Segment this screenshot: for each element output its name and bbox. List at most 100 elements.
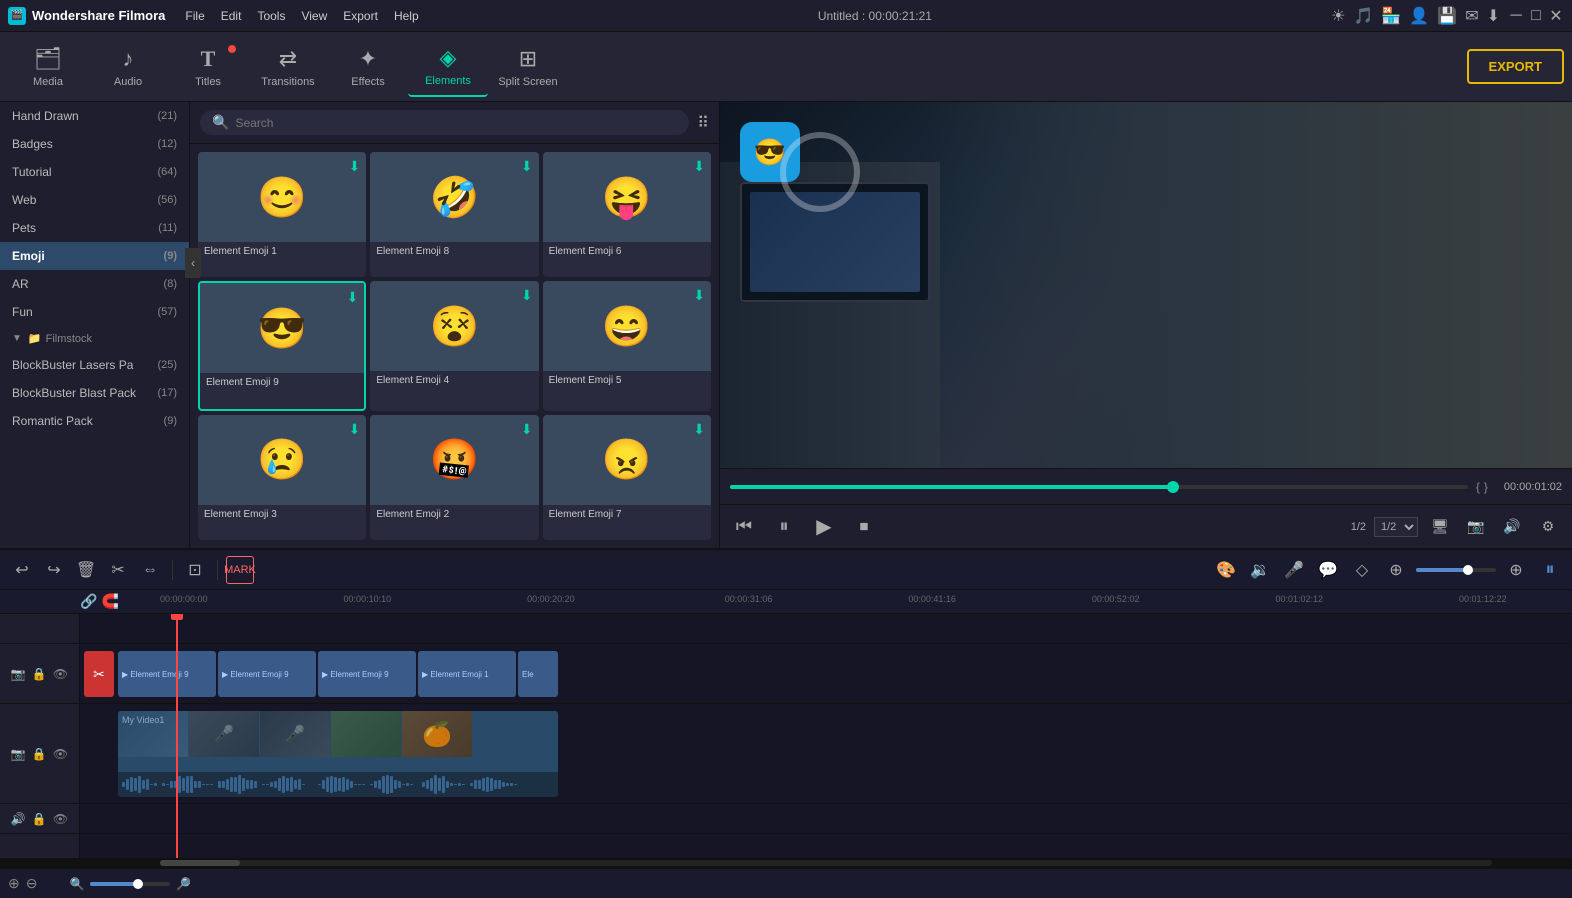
cut-button[interactable]: ✂ xyxy=(104,556,132,584)
redo-button[interactable]: ↪ xyxy=(40,556,68,584)
element-clip-5[interactable]: Ele xyxy=(518,651,558,697)
zoom-out-icon[interactable]: 🔎 xyxy=(176,877,191,891)
element-clip-1[interactable]: ▶ Element Emoji 9 xyxy=(118,651,216,697)
add-track-icon[interactable]: ⊕ xyxy=(8,875,20,892)
menu-export[interactable]: Export xyxy=(343,9,378,23)
menu-tools[interactable]: Tools xyxy=(257,9,285,23)
toolbar-transitions[interactable]: ⇄ Transitions xyxy=(248,37,328,97)
element-card-emoji9[interactable]: 😎 ⬇ Element Emoji 9 xyxy=(198,281,366,410)
toolbar-media[interactable]: 🗂 Media xyxy=(8,37,88,97)
pause-tl-button[interactable]: ⏸ xyxy=(1536,556,1564,584)
crop-button[interactable]: ⊡ xyxy=(181,556,209,584)
lock-track-icon[interactable]: 🔒 xyxy=(32,667,47,681)
split-button[interactable]: ⇔ xyxy=(136,556,164,584)
remove-track-icon[interactable]: ⊖ xyxy=(26,875,38,892)
export-button[interactable]: EXPORT xyxy=(1467,49,1564,84)
audio-duck-button[interactable]: 🔉 xyxy=(1246,556,1274,584)
menu-view[interactable]: View xyxy=(301,9,327,23)
resolution-select[interactable]: 1/2Full1/4 xyxy=(1374,517,1418,537)
volume-button[interactable]: 🔊 xyxy=(1498,513,1526,541)
toolbar-elements[interactable]: ◈ Elements xyxy=(408,37,488,97)
timeline-scroll-thumb[interactable] xyxy=(160,860,240,866)
toolbar-effects[interactable]: ✦ Effects xyxy=(328,37,408,97)
save-icon[interactable]: 💾 xyxy=(1437,6,1457,26)
left-panel-fun[interactable]: Fun (57) xyxy=(0,298,189,326)
minimize-button[interactable]: ─ xyxy=(1508,8,1524,24)
close-button[interactable]: ✕ xyxy=(1548,8,1564,24)
track-row-elements: ✂ ▶ Element Emoji 9 ▶ Element Emoji 9 ▶ … xyxy=(80,644,1572,704)
keyframe-button[interactable]: ◇ xyxy=(1348,556,1376,584)
element-clip-3[interactable]: ▶ Element Emoji 9 xyxy=(318,651,416,697)
menu-file[interactable]: File xyxy=(185,9,204,23)
download-icon[interactable]: ⬇ xyxy=(1487,6,1500,26)
audio-eye-icon[interactable]: 👁 xyxy=(53,812,68,826)
search-input-container[interactable]: 🔍 xyxy=(200,110,689,135)
audio-lock-icon[interactable]: 🔒 xyxy=(32,812,47,826)
left-panel-handdrawn[interactable]: Hand Drawn (21) xyxy=(0,102,189,130)
user-icon[interactable]: 👤 xyxy=(1409,6,1429,26)
zoom-track[interactable] xyxy=(90,882,170,886)
step-back-button[interactable]: ⏸ xyxy=(770,513,798,541)
captions-button[interactable]: 💬 xyxy=(1314,556,1342,584)
left-panel-pets[interactable]: Pets (11) xyxy=(0,214,189,242)
playhead[interactable] xyxy=(176,614,178,858)
link-tracks-icon[interactable]: 🔗 xyxy=(80,593,97,610)
video-clip[interactable]: My Video1 🎤 🎤 🍊 xyxy=(118,711,558,797)
element-card-emoji6[interactable]: 😝 ⬇ Element Emoji 6 xyxy=(543,152,711,277)
element-card-emoji5[interactable]: 😄 ⬇ Element Emoji 5 xyxy=(543,281,711,410)
expand-button[interactable]: ⊕ xyxy=(1502,556,1530,584)
rewind-button[interactable]: ⏮ xyxy=(730,513,758,541)
element-card-emoji3[interactable]: 😢 ⬇ Element Emoji 3 xyxy=(198,415,366,540)
zoom-in-icon[interactable]: 🔍 xyxy=(69,877,84,891)
mark-button[interactable]: MARK xyxy=(226,556,254,584)
magnet-icon[interactable]: 🧲 xyxy=(101,593,118,610)
playback-speed-slider[interactable] xyxy=(1416,568,1496,572)
element-card-emoji7[interactable]: 😠 ⬇ Element Emoji 7 xyxy=(543,415,711,540)
panel-collapse-button[interactable]: ‹ xyxy=(185,248,201,278)
progress-bar[interactable] xyxy=(730,485,1468,489)
menu-help[interactable]: Help xyxy=(394,9,419,23)
toolbar-audio[interactable]: ♪ Audio xyxy=(88,37,168,97)
music-icon[interactable]: 🎵 xyxy=(1354,6,1374,26)
speech-button[interactable]: 🎤 xyxy=(1280,556,1308,584)
undo-button[interactable]: ↩ xyxy=(8,556,36,584)
eye-track-icon[interactable]: 👁 xyxy=(53,667,68,681)
video-lock-icon[interactable]: 🔒 xyxy=(32,747,47,761)
left-panel-web[interactable]: Web (56) xyxy=(0,186,189,214)
delete-button[interactable]: 🗑 xyxy=(72,556,100,584)
left-panel-badges[interactable]: Badges (12) xyxy=(0,130,189,158)
filmstock-section[interactable]: ▼ 📁 Filmstock xyxy=(0,326,189,351)
left-panel-emoji[interactable]: Emoji (9) xyxy=(0,242,189,270)
settings-button[interactable]: ⚙ xyxy=(1534,513,1562,541)
left-panel-tutorial[interactable]: Tutorial (64) xyxy=(0,158,189,186)
snapshot-button[interactable]: 📷 xyxy=(1462,513,1490,541)
video-eye-icon[interactable]: 👁 xyxy=(53,747,68,761)
left-panel-ar[interactable]: AR (8) xyxy=(0,270,189,298)
element-card-emoji1[interactable]: 😊 ⬇ Element Emoji 1 xyxy=(198,152,366,277)
left-panel-blockbuster-lasers[interactable]: BlockBuster Lasers Pa (25) xyxy=(0,351,189,379)
element-card-emoji4[interactable]: 😵 ⬇ Element Emoji 4 xyxy=(370,281,538,410)
left-panel-blockbuster-blast[interactable]: BlockBuster Blast Pack (17) xyxy=(0,379,189,407)
stop-button[interactable]: ⏹ xyxy=(850,513,878,541)
color-grade-button[interactable]: 🎨 xyxy=(1212,556,1240,584)
toolbar-splitscreen[interactable]: ⊞ Split Screen xyxy=(488,37,568,97)
mail-icon[interactable]: ✉ xyxy=(1465,6,1478,26)
sun-icon[interactable]: ☀ xyxy=(1331,6,1345,26)
toolbar-titles[interactable]: T Titles xyxy=(168,37,248,97)
search-input[interactable] xyxy=(235,116,677,130)
left-panel-romantic[interactable]: Romantic Pack (9) xyxy=(0,407,189,435)
play-button[interactable]: ▶ xyxy=(810,513,838,541)
maximize-button[interactable]: □ xyxy=(1528,8,1544,24)
zoom-slider[interactable] xyxy=(90,882,170,886)
toolbar-media-label: Media xyxy=(33,76,63,88)
store-icon[interactable]: 🏪 xyxy=(1381,6,1401,26)
element-clip-2[interactable]: ▶ Element Emoji 9 xyxy=(218,651,316,697)
speed-button[interactable]: ⊕ xyxy=(1382,556,1410,584)
element-card-emoji2[interactable]: 🤬 ⬇ Element Emoji 2 xyxy=(370,415,538,540)
element-card-emoji8[interactable]: 🤣 ⬇ Element Emoji 8 xyxy=(370,152,538,277)
menu-edit[interactable]: Edit xyxy=(221,9,242,23)
grid-view-icon[interactable]: ⠿ xyxy=(697,113,709,133)
fullscreen-button[interactable]: 🖥 xyxy=(1426,513,1454,541)
element-clip-4[interactable]: ▶ Element Emoji 1 xyxy=(418,651,516,697)
timeline-scroll-track[interactable] xyxy=(160,860,1492,866)
